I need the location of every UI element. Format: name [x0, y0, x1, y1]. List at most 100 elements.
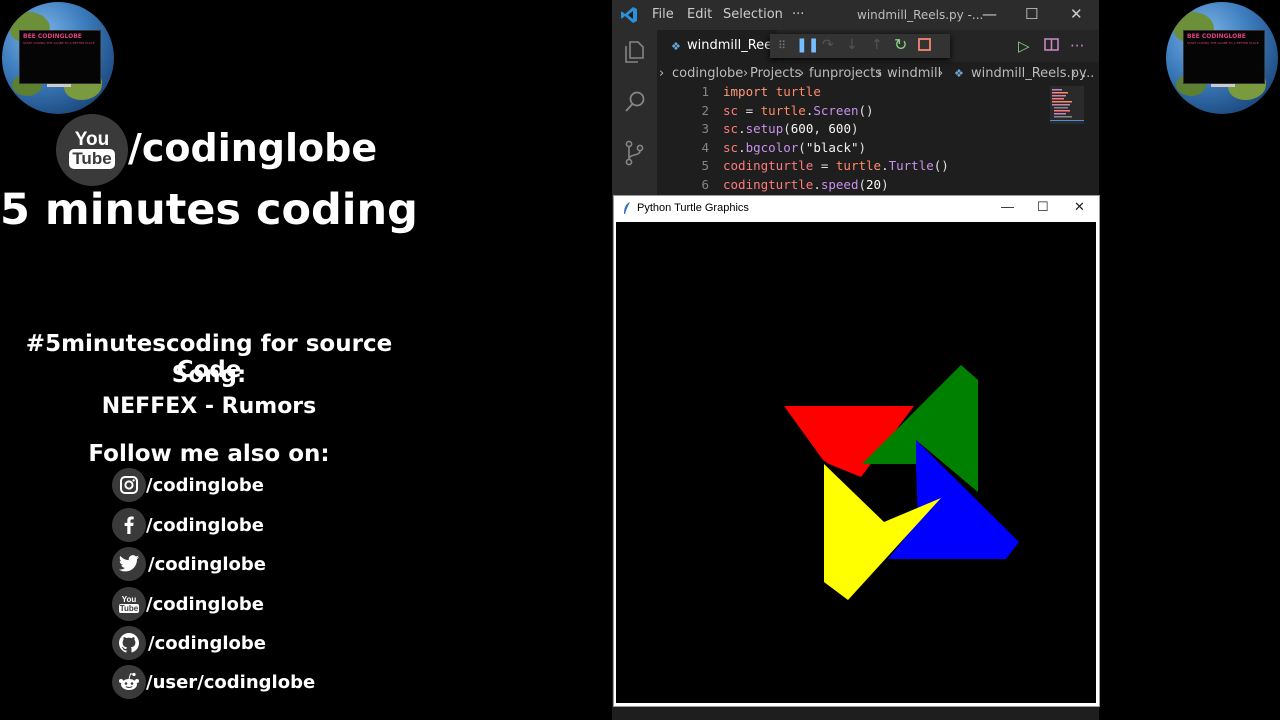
code-editor[interactable]: 1 import turtle 2 sc = turtle.Screen() 3…	[657, 84, 1052, 195]
explorer-icon[interactable]	[623, 40, 645, 68]
close-icon[interactable]: ✕	[1074, 199, 1085, 215]
song-name: NEFFEX - Rumors	[101, 394, 317, 419]
social-youtube[interactable]: You Tube /codinglobe	[112, 587, 264, 621]
drag-handle-icon[interactable]: ⠿	[778, 39, 786, 52]
menu-more[interactable]: ···	[792, 7, 804, 22]
social-label: /codinglobe	[148, 632, 266, 654]
step-over-icon[interactable]: ↷	[822, 37, 834, 53]
pause-icon[interactable]: ❚❚	[796, 37, 819, 53]
channel-tagline: 5 minutes coding	[0, 185, 418, 235]
line-number: 2	[701, 102, 709, 118]
logo-screen: BEE CODINGLOBE START CODING THE GLOBE TO…	[19, 30, 101, 84]
menu-edit[interactable]: Edit	[687, 7, 712, 22]
logo-tagline: START CODING THE GLOBE TO A BETTER PLACE	[23, 41, 95, 45]
maximize-icon[interactable]: ☐	[1037, 199, 1049, 215]
minimize-icon[interactable]: —	[1001, 199, 1014, 214]
social-facebook[interactable]: /codinglobe	[112, 508, 264, 542]
breadcrumb-separator: ›	[938, 66, 944, 81]
line-number: 6	[701, 176, 709, 192]
breadcrumb-item[interactable]: ...	[1082, 66, 1094, 81]
python-file-icon: ❖	[671, 40, 681, 53]
reddit-icon	[112, 665, 146, 699]
follow-heading: Follow me also on:	[88, 441, 330, 467]
logo-screen: BEE CODINGLOBE START CODING THE GLOBE TO…	[1183, 30, 1265, 84]
code-line: 5 codingturtle = turtle.Turtle()	[657, 158, 1052, 177]
turtle-canvas[interactable]	[616, 222, 1096, 703]
social-reddit[interactable]: /user/codinglobe	[112, 665, 315, 699]
turtle-titlebar: Python Turtle Graphics — ☐ ✕	[614, 196, 1099, 221]
social-label: /codinglobe	[146, 474, 264, 496]
code-text: sc = turtle.Screen()	[723, 102, 874, 118]
code-line: 4 sc.bgcolor("black")	[657, 140, 1052, 159]
logo-title: BEE CODINGLOBE	[23, 33, 82, 40]
vscode-logo-icon	[620, 6, 638, 28]
minimap[interactable]	[1050, 86, 1084, 124]
breadcrumb-item[interactable]: windmill	[887, 66, 941, 81]
breadcrumb-separator: ›	[799, 66, 805, 81]
step-into-icon[interactable]: ↓	[846, 37, 858, 53]
breadcrumb-item[interactable]: funprojects	[809, 66, 882, 81]
breadcrumb-item[interactable]: windmill_Reels.py	[971, 66, 1087, 81]
restart-icon[interactable]: ↻	[894, 35, 907, 54]
social-label: /user/codinglobe	[146, 671, 316, 693]
twitter-icon	[112, 547, 146, 581]
breadcrumb-separator: ›	[743, 66, 749, 81]
social-github[interactable]: /codinglobe	[112, 626, 266, 660]
close-icon[interactable]: ✕	[1070, 5, 1083, 23]
code-line: 1 import turtle	[657, 84, 1052, 103]
breadcrumb-separator: ›	[1071, 66, 1077, 81]
breadcrumb-item[interactable]: codinglobe	[672, 66, 743, 81]
search-icon[interactable]	[623, 90, 647, 118]
stop-icon[interactable]	[918, 38, 931, 55]
turtle-graphics-window: Python Turtle Graphics — ☐ ✕	[613, 195, 1100, 707]
vscode-titlebar: File Edit Selection ··· windmill_Reels.p…	[612, 0, 1099, 30]
tab-windmill-reels[interactable]: ❖ windmill_Reels	[657, 30, 783, 62]
youtube-logo-icon: You Tube	[56, 114, 128, 186]
code-text: sc.setup(600, 600)	[723, 121, 859, 136]
code-text: sc.bgcolor("black")	[723, 139, 867, 155]
menu-file[interactable]: File	[652, 7, 674, 22]
menu-selection[interactable]: Selection	[723, 7, 783, 22]
debug-toolbar: ⠿ ❚❚ ↷ ↓ ↑ ↻	[770, 34, 950, 58]
feather-icon	[622, 201, 632, 218]
line-number: 1	[701, 84, 709, 99]
activity-bar	[612, 30, 657, 200]
run-icon[interactable]: ▷	[1018, 37, 1030, 55]
logo-tagline: START CODING THE GLOBE TO A BETTER PLACE	[1187, 41, 1259, 45]
youtube-icon: You Tube	[112, 587, 146, 621]
song-label: Song:	[171, 362, 247, 388]
tab-label: windmill_Reels	[687, 38, 783, 53]
facebook-icon	[112, 508, 146, 542]
step-out-icon[interactable]: ↑	[871, 37, 883, 53]
youtube-logo-tube: Tube	[69, 149, 115, 169]
split-editor-icon[interactable]	[1044, 37, 1059, 56]
minimize-icon[interactable]: —	[982, 5, 997, 23]
source-control-icon[interactable]	[623, 140, 645, 170]
line-number: 4	[701, 139, 709, 155]
channel-handle: /codinglobe	[128, 126, 378, 170]
instagram-icon	[112, 468, 146, 502]
social-label: /codinglobe	[146, 593, 264, 615]
youtube-logo-you: You	[74, 129, 110, 150]
social-label: /codinglobe	[146, 514, 264, 536]
social-instagram[interactable]: /codinglobe	[112, 468, 264, 502]
code-line: 3 sc.setup(600, 600)	[657, 121, 1052, 140]
social-label: /codinglobe	[148, 553, 266, 575]
code-line: 2 sc = turtle.Screen()	[657, 103, 1052, 122]
line-number: 5	[701, 158, 709, 173]
line-number: 3	[701, 121, 709, 136]
maximize-icon[interactable]: ☐	[1025, 5, 1038, 23]
code-text: codingturtle = turtle.Turtle()	[723, 158, 949, 173]
more-actions-icon[interactable]: ···	[1070, 37, 1084, 55]
turtle-window-title: Python Turtle Graphics	[637, 202, 749, 214]
social-twitter[interactable]: /codinglobe	[112, 547, 266, 581]
code-line: 6 codingturtle.speed(20)	[657, 177, 1052, 196]
logo-title: BEE CODINGLOBE	[1187, 33, 1246, 40]
breadcrumb-separator: ›	[877, 66, 883, 81]
python-file-icon: ❖	[954, 67, 964, 80]
breadcrumb-separator: ›	[659, 66, 665, 81]
code-text: import turtle	[723, 84, 821, 99]
breadcrumb-item[interactable]: Projects	[750, 66, 801, 81]
breadcrumb: › codinglobe › Projects › funprojects › …	[657, 62, 1099, 86]
github-icon	[112, 626, 146, 660]
